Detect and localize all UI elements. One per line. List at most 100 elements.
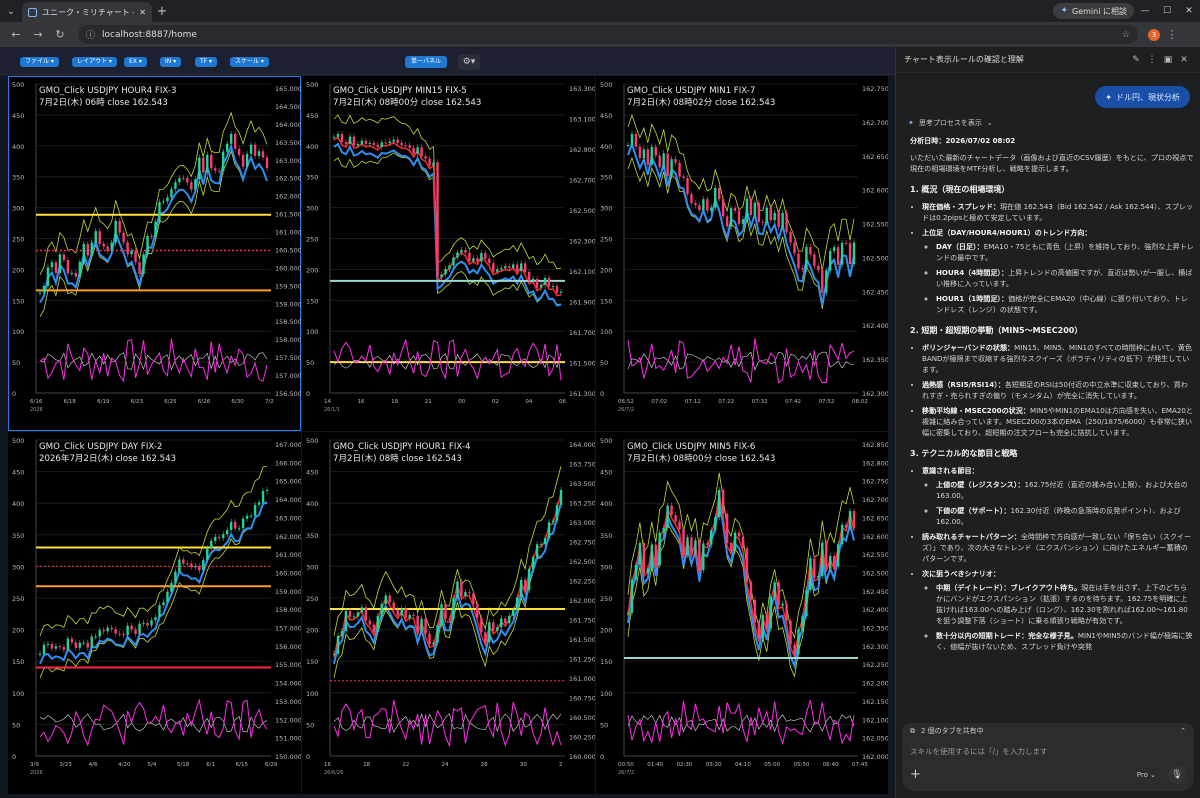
right-tick-label: 162.000 (862, 753, 888, 761)
tab-close-icon[interactable]: ✕ (139, 8, 146, 17)
candle-body (781, 603, 784, 606)
candle-body (114, 629, 117, 634)
show-thinking-toggle[interactable]: ✦ 思考プロセスを表示 ⌄ (908, 118, 993, 128)
microphone-icon[interactable]: 🎙 (1168, 766, 1186, 784)
extension-badge[interactable]: 3 (1148, 28, 1160, 41)
candle-body (729, 542, 733, 551)
candle-body (658, 155, 661, 168)
close-window-icon[interactable]: ✕ (1178, 0, 1200, 22)
forward-icon[interactable]: → (28, 25, 48, 45)
minimize-icon[interactable]: — (1134, 0, 1156, 22)
candle-body (170, 582, 173, 592)
address-bar[interactable]: ⓘ localhost:8887/home ☆ (78, 25, 1138, 44)
x-year-label: 2026 (30, 770, 43, 776)
candle-body (527, 568, 531, 591)
candle-body (484, 252, 487, 259)
candle-body (666, 505, 669, 528)
chart-panel[interactable]: 500 450 400 350 300 250 200 150 100 50 0 165.000 164… (8, 76, 301, 431)
browser-menu-icon[interactable]: ⋮ (1162, 28, 1182, 41)
favicon-icon (28, 7, 37, 17)
shared-tabs-bar[interactable]: ⧉ 2 個のタブを共有中 ⌃ (902, 723, 1194, 739)
maximize-icon[interactable]: ☐ (1156, 0, 1178, 22)
list-item: HOUR4（4時間足）：上昇トレンドの高値圏ですが、直近は勢いが一服し、横ばい推… (936, 267, 1194, 289)
user-query-bubble: ✦ ドル円、現状分析 (1095, 86, 1190, 108)
close-panel-icon[interactable]: ✕ (1176, 55, 1192, 65)
single-panel-button[interactable]: 単一パネル (405, 56, 448, 68)
candle-body (206, 154, 209, 173)
chart-panel[interactable]: 500 450 400 350 300 250 200 150 100 50 0 163.300 163… (302, 76, 595, 431)
chart-toolbar: ファイル ▾ レイアウト ▾ EX ▾ IN ▾ TF ▾ スケール ▾ 単一パ… (0, 47, 895, 75)
chart-grid: 500 450 400 350 300 250 200 150 100 50 0 165.000 164… (8, 76, 888, 794)
file-menu-button[interactable]: ファイル ▾ (20, 57, 59, 67)
left-tick-label: 100 (600, 328, 612, 336)
left-tick-label: 300 (600, 563, 612, 571)
chart-svg: 500450400350300250200150100500167.000166… (12, 437, 301, 776)
x-tick-label: 6/15 (236, 762, 249, 768)
right-tick-label: 162.600 (862, 187, 888, 195)
right-tick-label: 161.500 (569, 636, 595, 644)
browser-tab[interactable]: ユニーク・ミリチャート - My-No5-un ✕ (22, 2, 152, 22)
chart-panel[interactable]: 500 450 400 350 300 250 200 150 100 50 0 164.000 163… (302, 432, 595, 794)
x-tick-label: 6/29 (265, 762, 278, 768)
bold-label: DAY（日足）： (936, 242, 984, 251)
candle-body (829, 555, 832, 569)
bookmark-star-icon[interactable]: ☆ (1122, 30, 1130, 40)
prompt-input-box[interactable]: スキルを使用するには「/」を入力します + Pro ⌄ 🎙 (902, 739, 1194, 791)
model-selector[interactable]: Pro ⌄ (1137, 771, 1156, 779)
rsi-fast-line (333, 338, 562, 381)
in-menu-button[interactable]: IN ▾ (160, 57, 182, 67)
right-tick-label: 153.000 (275, 698, 301, 706)
candle-body (336, 635, 340, 654)
x-tick-label: 18 (363, 762, 370, 768)
rsi-slow-line (333, 713, 562, 733)
candle-body (809, 558, 812, 591)
left-tick-label: 50 (306, 359, 314, 367)
url-text: localhost:8887/home (102, 29, 197, 40)
left-tick-label: 300 (306, 205, 318, 213)
right-tick-label: 161.500 (275, 211, 301, 219)
candle-body (626, 145, 630, 147)
chart-panel[interactable]: 500 450 400 350 300 250 200 150 100 50 0 162.750 162… (596, 76, 888, 431)
address-toolbar: ← → ↻ ⓘ localhost:8887/home ☆ 3 ⋮ (0, 22, 1200, 47)
scale-menu-button[interactable]: スケール ▾ (230, 57, 269, 67)
candle-body (852, 242, 856, 264)
right-tick-label: 162.450 (862, 588, 888, 596)
reload-icon[interactable]: ↻ (50, 25, 70, 45)
chart-title-line2: 7月2日(木) 08時02分 close 162.543 (627, 98, 776, 108)
candle-body (194, 566, 197, 568)
dock-panel-icon[interactable]: ▣ (1160, 55, 1176, 65)
chart-panel[interactable]: 500 450 400 350 300 250 200 150 100 50 0 162.850 162… (596, 432, 888, 794)
gemini-button[interactable]: ✦ Gemini に相談 (1053, 3, 1134, 19)
right-tick-label: 162.000 (275, 193, 301, 201)
new-chat-icon[interactable]: ✎ (1128, 55, 1144, 65)
ex-menu-button[interactable]: EX ▾ (124, 57, 147, 67)
more-options-icon[interactable]: ⋮ (1144, 55, 1160, 65)
chart-panel[interactable]: 500 450 400 350 300 250 200 150 100 50 0 167.000 166… (8, 432, 301, 794)
bold-label: 中期（デイトレード）：ブレイクアウト待ち。 (936, 583, 1082, 592)
candle-body (757, 202, 761, 222)
candle-body (194, 179, 197, 190)
site-info-icon[interactable]: ⓘ (86, 28, 95, 41)
candle-body (555, 286, 559, 293)
bold-label: 過熱感（RSI5/RSI14）： (922, 380, 1005, 389)
left-tick-label: 250 (600, 595, 612, 603)
settings-gear-icon[interactable]: ⚙▾ (458, 54, 480, 70)
new-tab-button[interactable]: + (152, 1, 172, 21)
candle-body (214, 536, 217, 541)
candle-body (186, 178, 189, 183)
candle-body (840, 242, 844, 265)
candle-body (741, 219, 745, 224)
right-tick-label: 161.750 (569, 617, 595, 625)
layout-menu-button[interactable]: レイアウト ▾ (72, 57, 117, 67)
candle-body (702, 199, 705, 211)
candle-body (836, 544, 840, 567)
candle-body (725, 513, 729, 543)
candle-body (82, 642, 86, 644)
tab-search-icon[interactable]: ⌄ (0, 0, 22, 22)
left-tick-label: 0 (600, 390, 604, 398)
back-icon[interactable]: ← (6, 25, 26, 45)
right-tick-label: 164.000 (275, 121, 301, 129)
candle-body (848, 511, 852, 528)
add-attachment-icon[interactable]: + (910, 767, 921, 782)
tf-menu-button[interactable]: TF ▾ (195, 57, 218, 67)
